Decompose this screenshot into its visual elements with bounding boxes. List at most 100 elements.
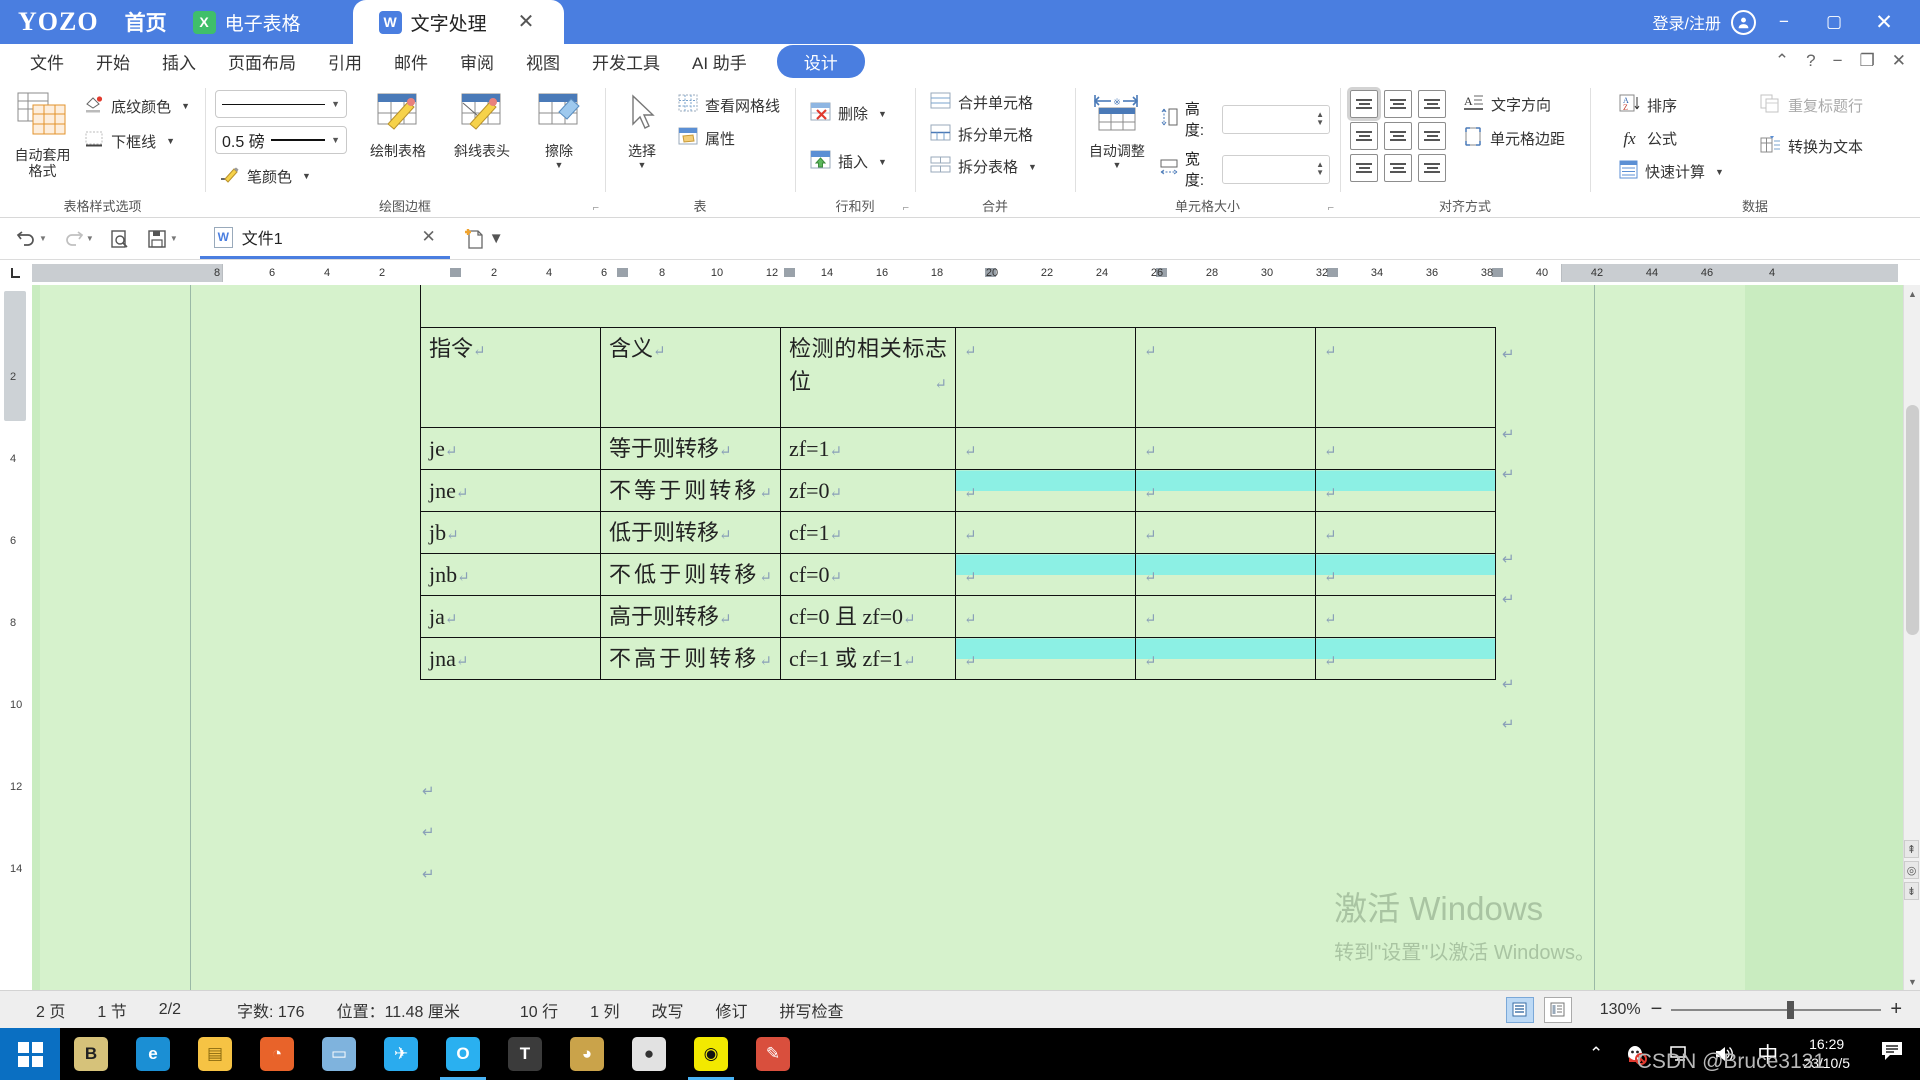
taskbar-note-icon[interactable]: ▭: [308, 1028, 370, 1080]
view-gridlines-button[interactable]: 查看网格线: [673, 92, 785, 118]
redo-button[interactable]: ▼: [57, 227, 100, 250]
zoom-slider-track[interactable]: [1671, 1009, 1881, 1011]
menu-item-page-layout[interactable]: 页面布局: [212, 46, 312, 77]
align-bottom-right-button[interactable]: [1418, 154, 1446, 182]
table-cell-instr[interactable]: ja↵: [421, 596, 601, 638]
table-cell-flags[interactable]: cf=1 或 zf=1↵: [781, 638, 956, 680]
menu-item-file[interactable]: 文件: [14, 46, 80, 77]
align-top-left-button[interactable]: [1350, 90, 1378, 118]
chevron-down-icon[interactable]: ▼: [302, 171, 311, 181]
table-cell-flags[interactable]: cf=1↵: [781, 512, 956, 554]
align-middle-center-button[interactable]: [1384, 122, 1412, 150]
volume-icon[interactable]: [1702, 1044, 1746, 1064]
table-cell-empty[interactable]: ↵: [1136, 328, 1316, 428]
pen-color-button[interactable]: 笔颜色 ▼: [215, 162, 347, 190]
table-cell-meaning[interactable]: 不低于则转移↵: [601, 554, 781, 596]
save-button[interactable]: ▼: [141, 227, 184, 251]
taskbar-telegram-icon[interactable]: ✈: [370, 1028, 432, 1080]
repeat-header-row-button[interactable]: 重复标题行: [1755, 92, 1868, 119]
menu-item-review[interactable]: 审阅: [444, 46, 510, 77]
table-cell-empty[interactable]: ↵: [1316, 638, 1496, 680]
status-cursor-position[interactable]: 位置：11.48 厘米: [321, 998, 476, 1022]
table-cell-empty[interactable]: ↵: [956, 554, 1136, 596]
table-cell-empty[interactable]: ↵: [1316, 512, 1496, 554]
chevron-down-icon[interactable]: ▼: [1112, 160, 1121, 170]
table-row[interactable]: jne↵ 不等于则转移↵ zf=0↵ ↵ ↵ ↵: [421, 470, 1496, 512]
shading-color-button[interactable]: 底纹颜色 ▼: [79, 92, 195, 120]
taskbar-dosbox-icon[interactable]: B: [60, 1028, 122, 1080]
table-cell-header-meaning[interactable]: 含义↵: [601, 328, 781, 428]
document-page[interactable]: 指令↵ 含义↵ 检测的相关标志位↵ ↵ ↵ ↵ je↵ 等于则转移↵ zf=1↵: [40, 285, 1745, 990]
menu-item-home[interactable]: 开始: [80, 46, 146, 77]
chevron-down-icon[interactable]: ▼: [39, 234, 47, 243]
start-button[interactable]: [0, 1028, 60, 1080]
row-height-spinner[interactable]: ▲▼: [1222, 105, 1330, 134]
table-cell-empty[interactable]: ↵: [1136, 554, 1316, 596]
align-top-center-button[interactable]: [1384, 90, 1412, 118]
table-cell-empty[interactable]: ↵: [956, 512, 1136, 554]
table-cell-empty[interactable]: ↵: [956, 328, 1136, 428]
table-cell-meaning[interactable]: 高于则转移↵: [601, 596, 781, 638]
menu-item-design[interactable]: 设计: [777, 45, 865, 78]
qq-tray-icon[interactable]: [1614, 1043, 1658, 1065]
login-register-link[interactable]: 登录/注册: [1653, 10, 1721, 34]
spinner-arrows[interactable]: ▲▼: [1316, 111, 1329, 127]
bottom-border-button[interactable]: 下框线 ▼: [79, 127, 195, 155]
table-cell-meaning[interactable]: 低于则转移↵: [601, 512, 781, 554]
formula-button[interactable]: fx 公式: [1614, 126, 1729, 151]
cell-margins-button[interactable]: 单元格边距: [1458, 125, 1570, 152]
status-line[interactable]: 10 行: [476, 998, 574, 1022]
chevron-down-icon[interactable]: ▼: [878, 157, 887, 167]
table-row[interactable]: jnb↵ 不低于则转移↵ cf=0↵ ↵ ↵ ↵: [421, 554, 1496, 596]
taskbar-paint-icon[interactable]: ✎: [742, 1028, 804, 1080]
status-overwrite-mode[interactable]: 改写: [635, 998, 699, 1022]
app-tab-word[interactable]: W 文字处理 ✕: [353, 0, 565, 44]
menu-item-view[interactable]: 视图: [510, 46, 576, 77]
horizontal-ruler[interactable]: 8 6 4 2 2 4 6 8 10 12 14 16 18 20 22 24 …: [32, 264, 1898, 282]
notification-icon[interactable]: [1864, 1040, 1920, 1068]
table-cell-empty[interactable]: ↵: [1316, 470, 1496, 512]
table-cell-flags[interactable]: cf=0 且 zf=0↵: [781, 596, 956, 638]
table-cell-empty[interactable]: ↵: [1316, 328, 1496, 428]
delete-button[interactable]: 删除 ▼: [805, 100, 892, 127]
chevron-down-icon[interactable]: ▼: [331, 135, 340, 145]
autofit-button[interactable]: ※ 自动调整 ▼: [1085, 84, 1149, 170]
eraser-button[interactable]: 擦除 ▼: [525, 84, 593, 170]
status-spell-check[interactable]: 拼写检查: [764, 998, 860, 1022]
chevron-down-icon[interactable]: ▼: [331, 99, 340, 109]
table-cell-instr[interactable]: jna↵: [421, 638, 601, 680]
table-cell-empty[interactable]: ↵: [956, 470, 1136, 512]
next-page-button[interactable]: ⇟: [1904, 882, 1919, 900]
table-cell-empty[interactable]: ↵: [1136, 638, 1316, 680]
select-browse-object-button[interactable]: ◎: [1904, 861, 1919, 879]
align-top-right-button[interactable]: [1418, 90, 1446, 118]
table-row[interactable]: jb↵ 低于则转移↵ cf=1↵ ↵ ↵ ↵: [421, 512, 1496, 554]
column-width-spinner[interactable]: ▲▼: [1222, 155, 1330, 184]
scroll-up-icon[interactable]: ▲: [1904, 285, 1920, 302]
zoom-slider-thumb[interactable]: [1787, 1001, 1794, 1019]
status-page-position[interactable]: 2/2: [143, 1001, 197, 1019]
close-icon[interactable]: ✕: [1892, 51, 1906, 71]
taskbar-clock[interactable]: 16:29 23/10/5: [1789, 1035, 1864, 1073]
chevron-down-icon[interactable]: ▼: [166, 136, 175, 146]
document-tab-close-icon[interactable]: ✕: [422, 227, 436, 247]
zoom-level-label[interactable]: 130%: [1600, 1001, 1641, 1019]
table-row[interactable]: ja↵ 高于则转移↵ cf=0 且 zf=0↵ ↵ ↵ ↵: [421, 596, 1496, 638]
quick-calc-button[interactable]: 快速计算 ▼: [1614, 158, 1729, 185]
home-tab[interactable]: 首页: [125, 7, 167, 37]
taskbar-obs-icon[interactable]: ◉: [680, 1028, 742, 1080]
taskbar-doge-icon[interactable]: ◕: [556, 1028, 618, 1080]
table-cell-empty[interactable]: ↵: [1316, 428, 1496, 470]
vertical-scrollbar-thumb[interactable]: [1906, 405, 1919, 635]
scroll-down-icon[interactable]: ▼: [1904, 973, 1920, 990]
window-maximize-button[interactable]: ▢: [1812, 0, 1856, 44]
undo-button[interactable]: ▼: [10, 227, 53, 250]
table-cell-empty[interactable]: ↵: [1136, 428, 1316, 470]
draw-table-button[interactable]: 绘制表格: [357, 84, 439, 170]
show-hidden-icons-button[interactable]: ⌃: [1578, 1044, 1614, 1064]
collapse-ribbon-icon[interactable]: ⌃: [1775, 51, 1789, 71]
app-tab-close-icon[interactable]: ✕: [518, 12, 535, 32]
insert-button[interactable]: 插入 ▼: [805, 148, 892, 175]
ta skbar-edge-icon[interactable]: e: [122, 1028, 184, 1080]
table-cell-flags[interactable]: zf=0↵: [781, 470, 956, 512]
